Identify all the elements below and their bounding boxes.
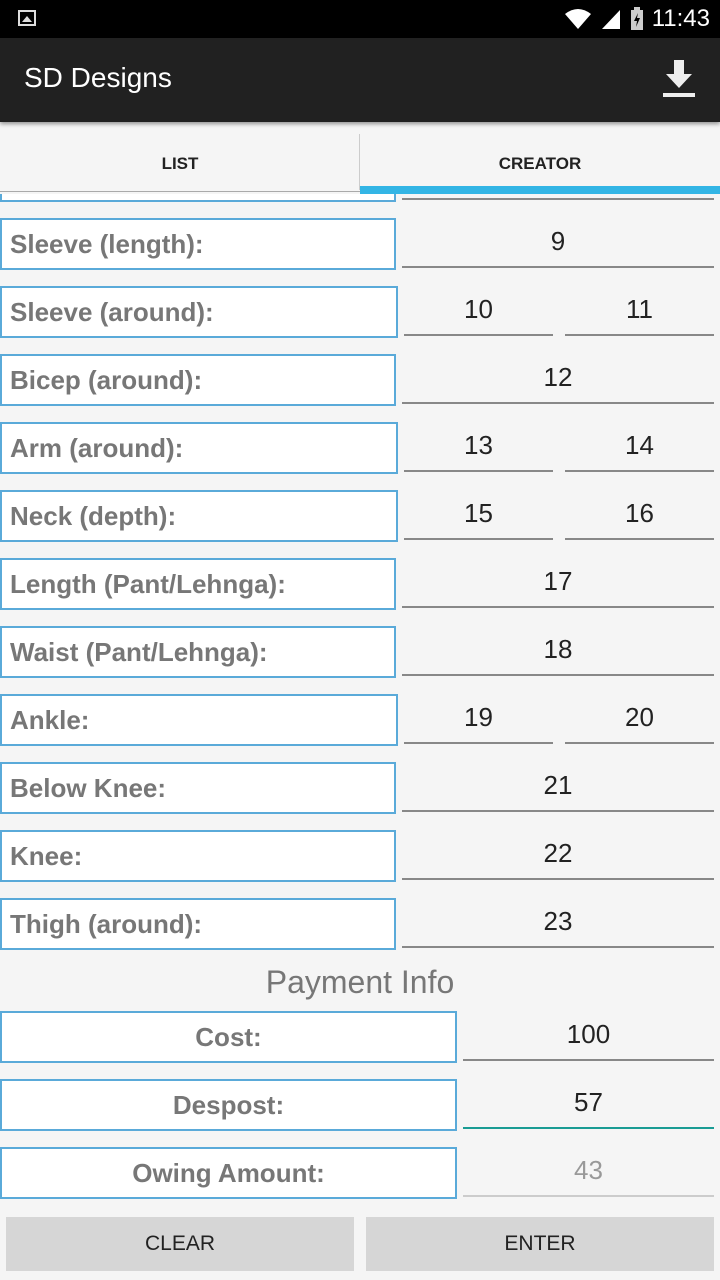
deposit-label: Despost: xyxy=(0,1079,457,1131)
measurement-input[interactable]: 11 xyxy=(565,284,714,336)
measurement-label: Sleeve (around): xyxy=(0,286,398,338)
previous-row-label xyxy=(0,194,396,202)
measurement-input[interactable]: 9 xyxy=(402,216,714,268)
measurement-input[interactable]: 12 xyxy=(402,352,714,404)
payment-info-title: Payment Info xyxy=(265,964,455,1000)
measurement-input[interactable]: 20 xyxy=(565,692,714,744)
app-title: SD Designs xyxy=(24,62,172,93)
cost-label: Cost: xyxy=(0,1011,457,1063)
measurement-label: Waist (Pant/Lehnga): xyxy=(0,626,396,678)
measurement-input[interactable]: 22 xyxy=(402,828,714,880)
owing-amount-label: Owing Amount: xyxy=(0,1147,457,1199)
cost-input[interactable]: 100 xyxy=(463,1009,714,1061)
measurement-label: Neck (depth): xyxy=(0,490,398,542)
measurement-input[interactable]: 19 xyxy=(404,692,553,744)
measurement-label: Bicep (around): xyxy=(0,354,396,406)
measurement-label: Sleeve (length): xyxy=(0,218,396,270)
signal-icon xyxy=(601,10,620,29)
measurement-input[interactable]: 15 xyxy=(404,488,553,540)
measurement-input[interactable]: 16 xyxy=(565,488,714,540)
download-icon[interactable] xyxy=(662,58,696,100)
wifi-icon xyxy=(564,9,591,29)
measurement-input[interactable]: 21 xyxy=(402,760,714,812)
measurement-label: Knee: xyxy=(0,830,396,882)
status-bar: 11:43 xyxy=(0,0,720,38)
measurement-label: Below Knee: xyxy=(0,762,396,814)
tab-list[interactable]: LIST xyxy=(0,134,360,194)
measurement-input[interactable]: 14 xyxy=(565,420,714,472)
app-bar: SD Designs xyxy=(0,38,720,122)
tab-bar: LIST CREATOR xyxy=(0,134,720,194)
tab-creator[interactable]: CREATOR xyxy=(360,134,720,194)
measurement-input[interactable]: 18 xyxy=(402,624,714,676)
image-notification-icon xyxy=(18,10,36,26)
measurement-input[interactable]: 10 xyxy=(404,284,553,336)
owing-amount-field: 43 xyxy=(463,1145,714,1197)
measurement-label: Ankle: xyxy=(0,694,398,746)
battery-charging-icon xyxy=(630,7,643,30)
measurement-label: Thigh (around): xyxy=(0,898,396,950)
measurement-input[interactable]: 13 xyxy=(404,420,553,472)
tab-list-baseline xyxy=(0,191,360,192)
measurement-label: Length (Pant/Lehnga): xyxy=(0,558,396,610)
clear-button[interactable]: CLEAR xyxy=(6,1217,354,1271)
creator-form[interactable]: Sleeve (length): 9 Sleeve (around): 10 11 Bic… xyxy=(0,194,720,1209)
measurement-input[interactable]: 17 xyxy=(402,556,714,608)
status-time: 11:43 xyxy=(651,5,710,32)
measurement-label: Arm (around): xyxy=(0,422,398,474)
measurement-input[interactable]: 23 xyxy=(402,896,714,948)
previous-row-value[interactable] xyxy=(402,194,714,200)
tab-selected-indicator xyxy=(360,186,720,194)
enter-button[interactable]: ENTER xyxy=(366,1217,714,1271)
deposit-input[interactable]: 57 xyxy=(463,1077,714,1129)
